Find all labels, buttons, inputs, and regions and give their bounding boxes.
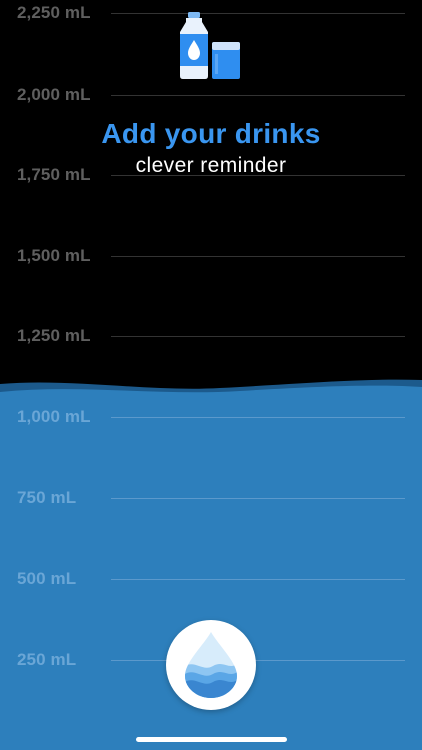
gauge-level: 1,250 mL: [0, 325, 422, 347]
gauge-gridline: [111, 256, 405, 257]
gauge-gridline: [111, 579, 405, 580]
gauge-gridline: [111, 660, 405, 661]
gauge-level-label: 500 mL: [17, 569, 77, 588]
gauge-level: 1,000 mL: [0, 406, 422, 428]
gauge-level: 1,500 mL: [0, 245, 422, 267]
gauge-level-label: 2,000 mL: [17, 85, 91, 104]
gauge-level: 2,000 mL: [0, 84, 422, 106]
gauge-gridline: [111, 336, 405, 337]
gauge-level-label: 250 mL: [17, 650, 77, 669]
gauge-gridline: [111, 417, 405, 418]
water-bottle-and-glass-icon: [180, 12, 244, 80]
gauge-level-label: 2,250 mL: [17, 3, 91, 22]
gauge-level-label: 750 mL: [17, 488, 77, 507]
gauge-level-label: 1,500 mL: [17, 246, 91, 265]
gauge-level: 750 mL: [0, 487, 422, 509]
gauge-level-label: 1,000 mL: [17, 407, 91, 426]
gauge-level-label: 1,250 mL: [17, 326, 91, 345]
gauge-gridline: [111, 13, 405, 14]
gauge-gridline: [111, 498, 405, 499]
gauge-level: 500 mL: [0, 568, 422, 590]
page-subtitle: clever reminder: [135, 154, 287, 177]
gauge-gridline: [111, 95, 405, 96]
page-title: Add your drinks: [101, 118, 321, 149]
home-indicator[interactable]: [136, 737, 287, 742]
water-drop-icon: [185, 632, 237, 698]
add-drink-button[interactable]: [166, 620, 256, 710]
